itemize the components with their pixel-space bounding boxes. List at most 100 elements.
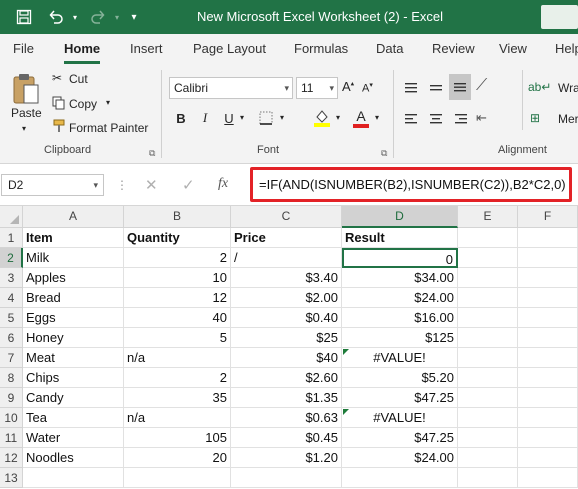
row-header[interactable]: 13	[0, 468, 23, 488]
copy-dropdown-icon[interactable]: ▾	[106, 98, 110, 107]
paste-icon[interactable]	[8, 70, 44, 108]
cell-d6[interactable]: $125	[342, 328, 458, 348]
cell-a10[interactable]: Tea	[23, 408, 124, 428]
tab-page-layout[interactable]: Page Layout	[193, 34, 266, 64]
cell-c6[interactable]: $25	[231, 328, 342, 348]
indent-icon[interactable]: ⇤	[476, 110, 487, 126]
cell-a9[interactable]: Candy	[23, 388, 124, 408]
cell-e5[interactable]	[458, 308, 518, 328]
fill-color-icon[interactable]	[311, 106, 333, 130]
cell-f9[interactable]	[518, 388, 578, 408]
enter-icon[interactable]: ✓	[182, 176, 195, 194]
cell-b9[interactable]: 35	[124, 388, 231, 408]
font-name-select[interactable]: Calibri ▾	[169, 77, 293, 99]
tab-data[interactable]: Data	[376, 34, 403, 64]
orientation-icon[interactable]: ⟋	[476, 77, 487, 95]
wrap-text-button[interactable]: Wra	[558, 81, 578, 95]
row-header[interactable]: 4	[0, 288, 23, 308]
row-header[interactable]: 10	[0, 408, 23, 428]
bold-button[interactable]: B	[172, 108, 190, 128]
font-color-button[interactable]: A	[350, 106, 372, 130]
cell-e13[interactable]	[458, 468, 518, 488]
cell-b12[interactable]: 20	[124, 448, 231, 468]
column-header-c[interactable]: C	[231, 206, 342, 228]
cell-a6[interactable]: Honey	[23, 328, 124, 348]
cell-a4[interactable]: Bread	[23, 288, 124, 308]
cell-f7[interactable]	[518, 348, 578, 368]
tab-home[interactable]: Home	[64, 34, 101, 64]
cell-f6[interactable]	[518, 328, 578, 348]
cell-e8[interactable]	[458, 368, 518, 388]
row-header[interactable]: 12	[0, 448, 23, 468]
cell-b6[interactable]: 5	[124, 328, 231, 348]
cell-f1[interactable]	[518, 228, 578, 248]
column-header-f[interactable]: F	[518, 206, 578, 228]
align-top-line-icon[interactable]	[400, 77, 422, 99]
redo-icon[interactable]	[86, 0, 110, 34]
cell-a8[interactable]: Chips	[23, 368, 124, 388]
underline-dropdown-icon[interactable]: ▾	[240, 113, 244, 122]
cell-f4[interactable]	[518, 288, 578, 308]
cell-b5[interactable]: 40	[124, 308, 231, 328]
copy-button[interactable]: Copy	[69, 97, 97, 111]
undo-icon[interactable]	[44, 0, 68, 34]
cancel-icon[interactable]: ✕	[145, 176, 158, 194]
cell-e9[interactable]	[458, 388, 518, 408]
fill-color-dropdown-icon[interactable]: ▾	[336, 113, 340, 122]
cell-e11[interactable]	[458, 428, 518, 448]
borders-dropdown-icon[interactable]: ▾	[280, 113, 284, 122]
cell-f10[interactable]	[518, 408, 578, 428]
cell-a1[interactable]: Item	[23, 228, 124, 248]
row-header[interactable]: 5	[0, 308, 23, 328]
cell-c4[interactable]: $2.00	[231, 288, 342, 308]
tab-insert[interactable]: Insert	[130, 34, 163, 64]
cut-icon[interactable]: ✂	[52, 71, 62, 85]
cell-f8[interactable]	[518, 368, 578, 388]
cell-c9[interactable]: $1.35	[231, 388, 342, 408]
merge-icon[interactable]: ⊞	[530, 111, 540, 125]
row-header[interactable]: 3	[0, 268, 23, 288]
column-header-b[interactable]: B	[124, 206, 231, 228]
cell-c10[interactable]: $0.63	[231, 408, 342, 428]
cell-b8[interactable]: 2	[124, 368, 231, 388]
cell-c11[interactable]: $0.45	[231, 428, 342, 448]
cell-f5[interactable]	[518, 308, 578, 328]
column-header-e[interactable]: E	[458, 206, 518, 228]
cell-a3[interactable]: Apples	[23, 268, 124, 288]
clipboard-launcher-icon[interactable]: ⧉	[149, 148, 155, 159]
cell-a12[interactable]: Noodles	[23, 448, 124, 468]
cell-b4[interactable]: 12	[124, 288, 231, 308]
cell-b11[interactable]: 105	[124, 428, 231, 448]
cell-d5[interactable]: $16.00	[342, 308, 458, 328]
undo-dropdown-icon[interactable]: ▾	[68, 0, 82, 34]
tab-view[interactable]: View	[499, 34, 527, 64]
cell-e10[interactable]	[458, 408, 518, 428]
cell-a13[interactable]	[23, 468, 124, 488]
row-header[interactable]: 1	[0, 228, 23, 248]
account-button[interactable]	[541, 5, 578, 29]
align-right-icon[interactable]	[450, 108, 472, 130]
cell-e6[interactable]	[458, 328, 518, 348]
cell-d7[interactable]: #VALUE!	[342, 348, 458, 368]
font-size-select[interactable]: 11 ▾	[296, 77, 338, 99]
cell-c2[interactable]: /	[231, 248, 342, 268]
cell-c12[interactable]: $1.20	[231, 448, 342, 468]
cell-d4[interactable]: $24.00	[342, 288, 458, 308]
cell-a5[interactable]: Eggs	[23, 308, 124, 328]
cell-c8[interactable]: $2.60	[231, 368, 342, 388]
grow-font-icon[interactable]: A▴	[342, 79, 354, 94]
cell-a11[interactable]: Water	[23, 428, 124, 448]
cell-d12[interactable]: $24.00	[342, 448, 458, 468]
cell-c13[interactable]	[231, 468, 342, 488]
cell-d3[interactable]: $34.00	[342, 268, 458, 288]
cell-a7[interactable]: Meat	[23, 348, 124, 368]
cell-d1[interactable]: Result	[342, 228, 458, 248]
row-header[interactable]: 7	[0, 348, 23, 368]
tab-formulas[interactable]: Formulas	[294, 34, 348, 64]
borders-icon[interactable]	[256, 108, 276, 128]
cell-d8[interactable]: $5.20	[342, 368, 458, 388]
insert-function-button[interactable]: fx	[218, 176, 228, 192]
format-painter-button[interactable]: Format Painter	[69, 121, 148, 135]
cell-f11[interactable]	[518, 428, 578, 448]
cell-b1[interactable]: Quantity	[124, 228, 231, 248]
